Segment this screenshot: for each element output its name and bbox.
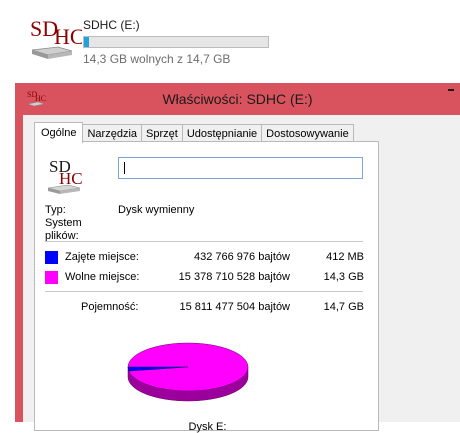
disk-label: Dysk E: [188, 421, 227, 433]
svg-text:HC: HC [59, 169, 83, 188]
tab-strip: Ogólne Narzędzia Sprzęt Udostępnianie Do… [34, 122, 354, 143]
free-space-swatch [45, 271, 58, 284]
separator [45, 291, 363, 292]
used-space-label: Zajęte miejsce: [65, 251, 139, 263]
title-bar[interactable]: SD HC Właściwości: SDHC (E:) [15, 83, 460, 115]
used-space-swatch [45, 251, 58, 264]
drive-tile[interactable]: SD HC SDHC (E:) 14,3 GB wolnych z 14,7 G… [24, 14, 454, 70]
drive-usage-fill [84, 37, 89, 47]
text-caret [124, 162, 125, 174]
tab-customize[interactable]: Dostosowywanie [261, 124, 354, 142]
dialog-title: Właściwości: SDHC (E:) [162, 91, 313, 107]
filesystem-label: System plików: [45, 217, 82, 242]
free-space-bytes: 15 378 710 528 bajtów [178, 271, 290, 283]
tab-hardware[interactable]: Sprzęt [141, 124, 183, 142]
drive-name: SDHC (E:) [83, 18, 140, 32]
sd-card-drive-icon: SD HC [47, 157, 83, 194]
used-space-bytes: 432 766 976 bajtów [193, 251, 290, 263]
used-space-size: 412 MB [326, 251, 364, 263]
capacity-size: 14,7 GB [323, 301, 364, 313]
tab-sharing[interactable]: Udostępnianie [181, 124, 263, 142]
tab-tools[interactable]: Narzędzia [82, 124, 143, 142]
properties-dialog: SD HC Właściwości: SDHC (E:) Ogólne Narz… [15, 83, 460, 433]
drive-usage-bar [83, 36, 269, 48]
drive-free-text: 14,3 GB wolnych z 14,7 GB [83, 52, 231, 66]
free-space-size: 14,3 GB [323, 271, 364, 283]
free-space-label: Wolne miejsce: [65, 271, 140, 283]
type-value: Dysk wymienny [118, 204, 195, 216]
svg-text:HC: HC [54, 24, 82, 49]
type-label: Typ: [45, 204, 66, 216]
tab-general[interactable]: Ogólne [34, 122, 84, 143]
capacity-label: Pojemność: [81, 301, 139, 313]
disk-usage-pie [127, 342, 249, 402]
general-panel: SD HC Typ: Dysk wymienny System plików: … [34, 141, 379, 433]
capacity-bytes: 15 811 477 504 bajtów [179, 301, 291, 313]
separator [45, 241, 363, 242]
sd-card-drive-icon: SD HC [30, 16, 82, 59]
minimize-icon[interactable] [448, 89, 454, 91]
drive-label-input[interactable] [118, 157, 363, 179]
dialog-client: Ogólne Narzędzia Sprzęt Udostępnianie Do… [23, 115, 460, 433]
